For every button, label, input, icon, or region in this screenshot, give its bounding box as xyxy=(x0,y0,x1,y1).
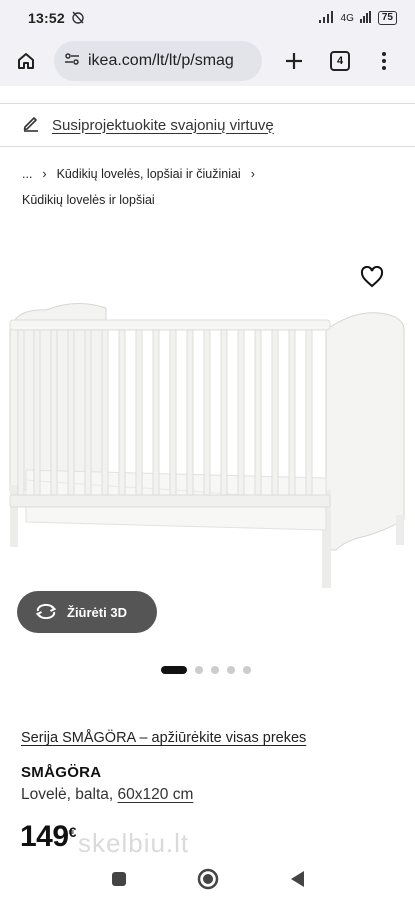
product-image[interactable] xyxy=(6,290,411,590)
view-3d-button[interactable]: Žiūrėti 3D xyxy=(17,591,157,633)
back-icon[interactable] xyxy=(289,870,305,893)
price-value: 149 xyxy=(20,820,69,853)
home-circle-icon[interactable] xyxy=(197,868,219,895)
kitchen-planner-link[interactable]: Susiprojektuokite svajonių virtuvę xyxy=(52,117,274,134)
carousel-dot[interactable] xyxy=(243,666,251,674)
breadcrumb-current[interactable]: Kūdikių lovelės ir lopšiai xyxy=(22,193,155,207)
signal-icon xyxy=(318,10,335,26)
chevron-right-icon: › xyxy=(250,167,255,181)
new-tab-icon[interactable] xyxy=(280,47,308,75)
tab-switcher-button[interactable]: 4 xyxy=(326,47,354,75)
more-menu-icon[interactable] xyxy=(370,47,398,75)
chevron-right-icon: › xyxy=(42,167,47,181)
series-link[interactable]: Serija SMÅGÖRA – apžiūrėkite visas preke… xyxy=(21,730,306,746)
signal-icon-2 xyxy=(359,10,372,26)
recent-apps-icon[interactable] xyxy=(111,871,127,892)
carousel-dot[interactable] xyxy=(195,666,203,674)
product-size-link[interactable]: 60x120 cm xyxy=(118,786,194,803)
heart-icon[interactable] xyxy=(360,265,386,290)
carousel-dot[interactable] xyxy=(227,666,235,674)
price-currency: € xyxy=(68,824,77,840)
product-type: Lovelė, balta, xyxy=(21,786,114,803)
crib-illustration xyxy=(9,303,405,588)
rotate-3d-icon xyxy=(35,603,57,622)
browser-toolbar: ikea.com/lt/lt/p/smag 4 xyxy=(0,36,415,86)
android-nav-bar xyxy=(0,862,415,900)
site-settings-icon[interactable] xyxy=(64,51,80,72)
carousel-indicator xyxy=(161,666,251,674)
kitchen-planner-banner[interactable]: Susiprojektuokite svajonių virtuvę xyxy=(0,103,415,147)
alarm-off-icon xyxy=(71,10,85,27)
status-time: 13:52 xyxy=(28,10,65,26)
home-icon[interactable] xyxy=(12,47,40,75)
url-text: ikea.com/lt/lt/p/smag xyxy=(88,52,234,69)
url-bar[interactable]: ikea.com/lt/lt/p/smag xyxy=(54,41,262,81)
breadcrumb-parent[interactable]: Kūdikių lovelės, lopšiai ir čiužiniai xyxy=(57,167,241,181)
carousel-dot-active[interactable] xyxy=(161,666,187,674)
status-bar: 13:52 4G 75 xyxy=(0,0,415,36)
carousel-dot[interactable] xyxy=(211,666,219,674)
tab-count: 4 xyxy=(330,51,350,71)
product-description: Lovelė, balta, 60x120 cm xyxy=(21,786,193,804)
product-price: 149€ xyxy=(20,820,76,854)
breadcrumb-ellipsis[interactable]: ... xyxy=(22,167,32,181)
breadcrumb: ... › Kūdikių lovelės, lopšiai ir čiužin… xyxy=(22,165,255,209)
product-name: SMÅGÖRA xyxy=(21,764,102,781)
network-type: 4G xyxy=(340,12,354,24)
watermark: skelbiu.lt xyxy=(78,828,190,858)
pencil-icon xyxy=(22,114,40,136)
view-3d-label: Žiūrėti 3D xyxy=(67,604,127,620)
battery-level: 75 xyxy=(377,11,397,25)
